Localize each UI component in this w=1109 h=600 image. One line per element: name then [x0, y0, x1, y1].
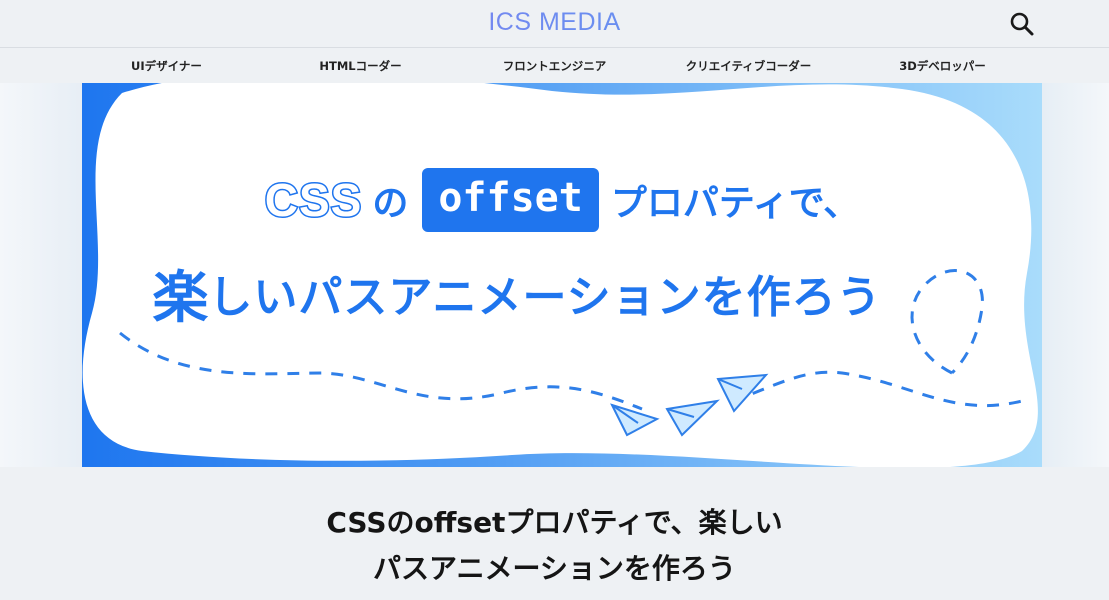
- hero-css-text: CSS: [263, 173, 363, 228]
- hero-headline-line1: CSS の offset プロパティで、: [82, 168, 1042, 232]
- hero-property-text: プロパティで、: [610, 183, 860, 224]
- search-icon: [1010, 12, 1034, 36]
- nav-item-html-coder[interactable]: HTMLコーダー: [264, 49, 458, 83]
- hero-headline-line2: 楽 しいパスアニメーションを作ろう: [82, 258, 892, 331]
- search-button[interactable]: [1008, 10, 1036, 38]
- hero-rest-text: しいパスアニメーションを作ろう: [208, 272, 882, 323]
- nav-item-frontend-engineer[interactable]: フロントエンジニア: [458, 49, 652, 83]
- article-title-line1: CSSのoffsetプロパティで、楽しい: [326, 506, 783, 539]
- nav-item-creative-coder[interactable]: クリエイティブコーダー: [652, 49, 846, 83]
- nav-item-3d-developer[interactable]: 3Dデベロッパー: [846, 49, 1040, 83]
- site-logo[interactable]: ICS MEDIA: [0, 8, 1109, 37]
- article-title[interactable]: CSSのoffsetプロパティで、楽しい パスアニメーションを作ろう: [0, 500, 1109, 592]
- hero-raku-text: 楽: [152, 265, 209, 331]
- hero-side-right: [1042, 83, 1109, 467]
- site-header: ICS MEDIA: [0, 0, 1109, 48]
- hero-banner[interactable]: CSS の offset プロパティで、 楽 しいパスアニメーションを作ろう: [82, 83, 1042, 467]
- hero-offset-badge: offset: [422, 168, 599, 232]
- nav-item-ui-designer[interactable]: UIデザイナー: [70, 49, 264, 83]
- hero-side-left: [0, 83, 82, 467]
- category-nav: UIデザイナー HTMLコーダー フロントエンジニア クリエイティブコーダー 3…: [0, 49, 1109, 83]
- hero-no-text: の: [372, 183, 409, 224]
- article-title-line2: パスアニメーションを作ろう: [373, 552, 736, 585]
